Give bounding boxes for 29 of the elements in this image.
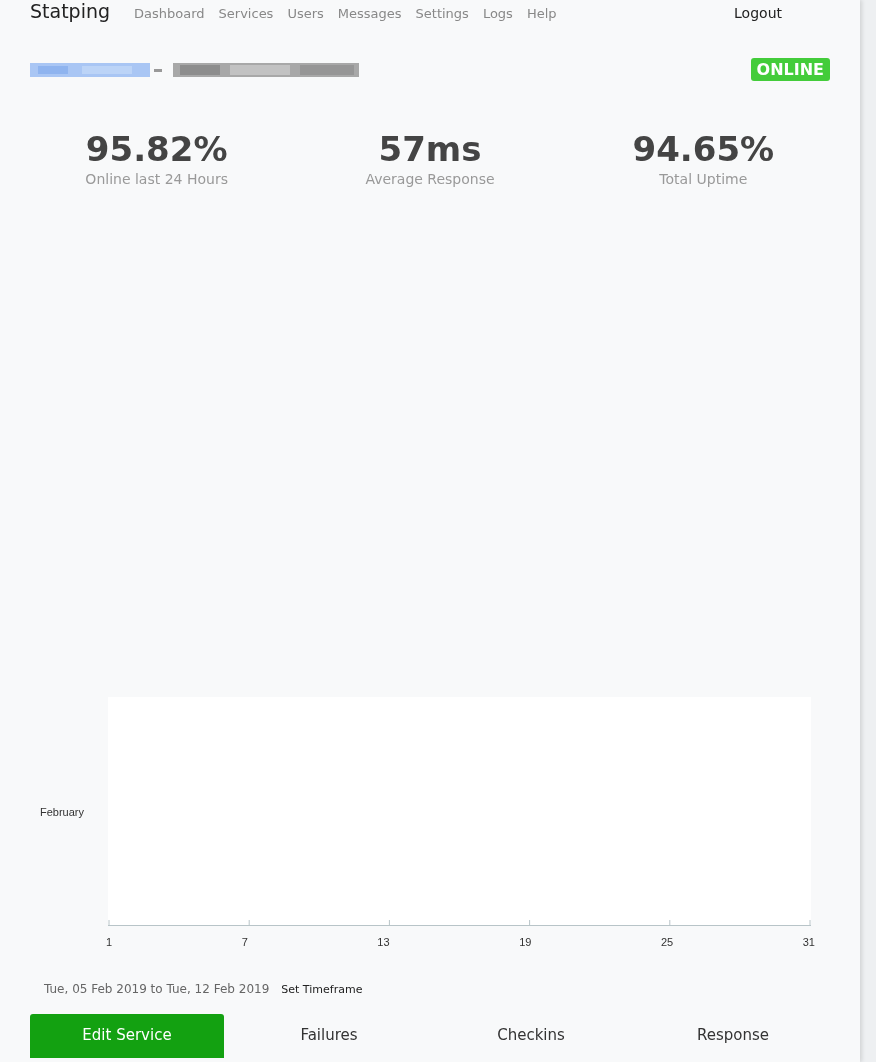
nav-link[interactable]: Dashboard [134,6,205,21]
axis-tick-label: 7 [241,936,248,950]
axis-tick-label: 25 [660,936,674,950]
axis-tick-label: 31 [802,936,815,950]
axis-tick-label: 19 [519,936,532,950]
date-range: Tue, 05 Feb 2019 to Tue, 12 Feb 2019 [44,982,270,996]
axis-tick-label: 1 [106,936,113,950]
axis-tick-label: 13 [377,936,390,950]
stat-label: Total Uptime [659,171,748,187]
set-timeframe-button[interactable]: Set Timeframe [281,983,363,996]
tab[interactable]: Edit Service [30,1014,224,1058]
nav-link[interactable]: Services [218,6,274,21]
nav-link[interactable]: Users [287,6,324,21]
tab[interactable]: Response [636,1014,830,1058]
nav-link[interactable]: Help [526,6,557,21]
stat-value: 95.82% [85,129,228,169]
stat-value: 57ms [378,129,482,169]
nav-link[interactable]: Settings [415,6,469,21]
stat-label: Online last 24 Hours [85,171,228,187]
stat-value: 94.65% [632,129,775,169]
nav-link[interactable]: Logs [482,6,513,21]
brand-name[interactable]: Statping [30,0,111,22]
logout-link[interactable]: Logout [734,5,782,21]
tab[interactable]: Checkins [434,1014,628,1058]
stat-label: Average Response [365,171,495,187]
row-label: February [39,805,84,818]
nav-link[interactable]: Messages [337,6,402,21]
status-badge: ONLINE [750,58,830,81]
tab[interactable]: Failures [232,1014,426,1058]
